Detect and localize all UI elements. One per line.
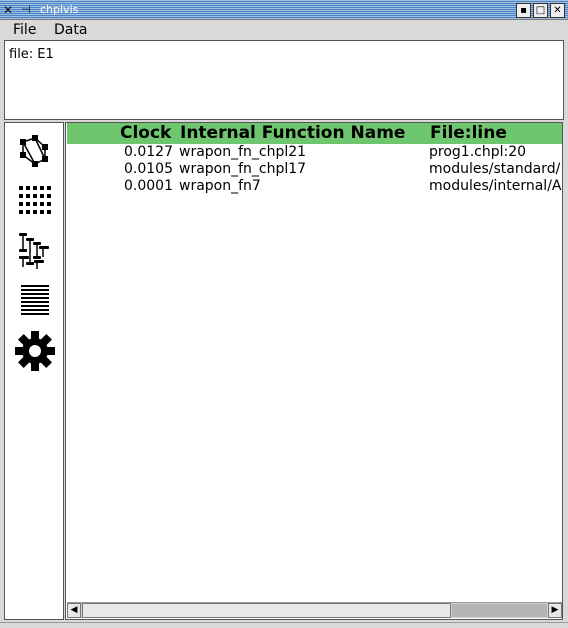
cell-file: prog1.chpl:20 (429, 144, 527, 160)
scroll-right-button[interactable]: ▶ (548, 603, 562, 618)
menu-data[interactable]: Data (54, 21, 87, 39)
cell-clock: 0.0127 (124, 144, 173, 160)
table-row[interactable]: 0.0127 wrapon_fn_chpl21 prog1.chpl:20 (66, 144, 562, 161)
grid-icon (19, 186, 51, 214)
graph-icon (20, 135, 48, 167)
cell-function: wrapon_fn7 (179, 178, 261, 194)
list-icon (21, 285, 49, 315)
cell-function: wrapon_fn_chpl17 (179, 161, 307, 177)
app-menu-icon[interactable]: ✕ (3, 2, 19, 18)
settings-button[interactable] (13, 329, 57, 373)
horizontal-scrollbar[interactable]: ◀ ▶ (67, 602, 562, 618)
cell-clock: 0.0105 (124, 161, 173, 177)
minimize-button[interactable]: ▪ (516, 3, 531, 18)
column-header-file[interactable]: File:line (430, 123, 507, 144)
file-info-text: file: E1 (9, 47, 54, 62)
scrollbar-trough[interactable] (452, 604, 547, 617)
info-pane: file: E1 (4, 40, 564, 120)
function-table: Clock Internal Function Name File:line 0… (65, 122, 563, 620)
graph-view-button[interactable] (13, 129, 57, 173)
cell-clock: 0.0001 (124, 178, 173, 194)
menu-file[interactable]: File (13, 21, 36, 39)
gear-icon (15, 331, 55, 371)
column-header-function[interactable]: Internal Function Name (180, 123, 405, 144)
cell-file: modules/standard/ (429, 161, 561, 177)
column-header-clock[interactable]: Clock (120, 123, 171, 144)
tree-icon (19, 233, 49, 269)
view-sidebar (4, 122, 64, 620)
scrollbar-thumb[interactable] (82, 603, 451, 618)
maximize-button[interactable]: □ (533, 3, 548, 18)
title-bar[interactable]: ✕ ⊣ chplvis ▪ □ ✕ (0, 0, 568, 20)
close-button[interactable]: ✕ (550, 3, 565, 18)
table-row[interactable]: 0.0001 wrapon_fn7 modules/internal/A (66, 178, 562, 195)
list-view-button[interactable] (13, 279, 57, 323)
tree-view-button[interactable] (13, 229, 57, 273)
table-header: Clock Internal Function Name File:line (67, 123, 562, 144)
menu-bar: File Data (0, 20, 568, 40)
window-title: chplvis (40, 3, 79, 16)
cell-file: modules/internal/A (429, 178, 562, 194)
cell-function: wrapon_fn_chpl21 (179, 144, 307, 160)
table-row[interactable]: 0.0105 wrapon_fn_chpl17 modules/standard… (66, 161, 562, 178)
pin-icon[interactable]: ⊣ (21, 2, 35, 18)
scroll-left-button[interactable]: ◀ (67, 603, 81, 618)
window-bottom-border (0, 622, 568, 628)
grid-view-button[interactable] (13, 179, 57, 223)
